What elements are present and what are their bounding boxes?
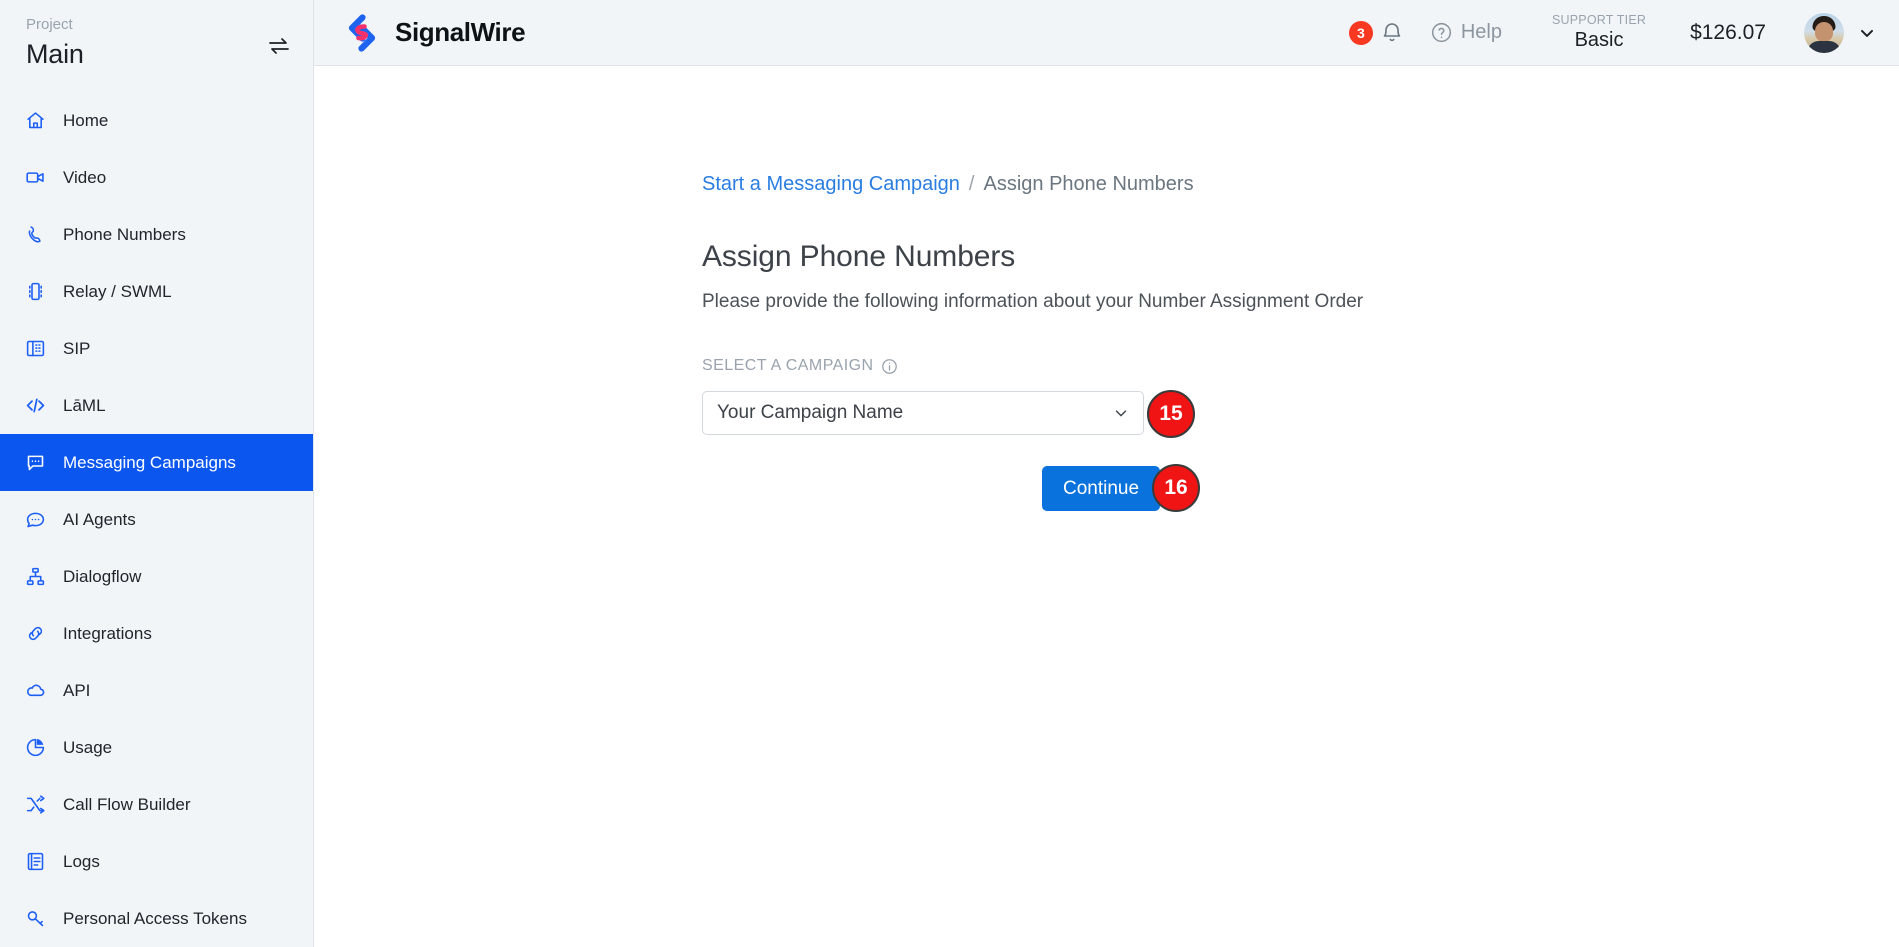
document-lines-icon [24, 851, 46, 873]
top-navbar: SignalWire 3 Help SUPPORT TIER Basic $12… [314, 0, 1899, 66]
project-name: Main [26, 39, 84, 69]
question-circle-icon [1430, 21, 1453, 44]
support-tier: SUPPORT TIER Basic [1552, 13, 1646, 52]
sidebar-item-personal-access-tokens[interactable]: Personal Access Tokens [0, 890, 313, 947]
sidebar-item-integrations[interactable]: Integrations [0, 605, 313, 662]
notification-count-badge: 3 [1348, 20, 1373, 45]
breadcrumb-separator: / [968, 173, 975, 195]
phone-icon [24, 224, 46, 246]
sidebar-item-label: Integrations [63, 624, 152, 643]
sidebar-item-label: Logs [63, 852, 100, 871]
chat-dots-icon [24, 509, 46, 531]
pie-chart-icon [24, 737, 46, 759]
sidebar-item-phone-numbers[interactable]: Phone Numbers [0, 206, 313, 263]
page-title: Assign Phone Numbers [702, 240, 1016, 273]
sidebar-item-label: Home [63, 111, 109, 130]
key-icon [24, 908, 46, 930]
select-campaign-input[interactable]: Your Campaign Name [702, 391, 1144, 435]
notifications-button[interactable]: 3 [1348, 20, 1404, 46]
sidebar-item-label: Relay / SWML [63, 282, 172, 301]
desk-phone-icon [24, 338, 46, 360]
sidebar-item-messaging-campaigns[interactable]: Messaging Campaigns [0, 434, 313, 491]
project-selector[interactable]: Project Main [0, 0, 313, 88]
chevron-down-icon[interactable] [1857, 23, 1877, 43]
sidebar-item-label: Usage [63, 738, 113, 757]
continue-button[interactable]: Continue [1042, 466, 1160, 511]
bell-icon [1380, 20, 1404, 46]
sidebar-item-label: Call Flow Builder [63, 795, 191, 814]
link-chain-icon [24, 623, 46, 645]
sidebar-item-call-flow-builder[interactable]: Call Flow Builder [0, 776, 313, 833]
sidebar-item-label: API [63, 681, 91, 700]
sidebar-item-relay-swml[interactable]: Relay / SWML [0, 263, 313, 320]
chevron-down-icon[interactable] [1112, 404, 1130, 422]
sidebar-item-label: Personal Access Tokens [63, 909, 247, 928]
breadcrumb-parent-link[interactable]: Start a Messaging Campaign [702, 171, 960, 197]
main-region: SignalWire 3 Help SUPPORT TIER Basic $12… [314, 0, 1899, 947]
sidebar-item-video[interactable]: Video [0, 149, 313, 206]
sidebar-item-label: AI Agents [63, 510, 136, 529]
sidebar-item-sip[interactable]: SIP [0, 320, 313, 377]
select-campaign-wrapper: Your Campaign Name [702, 391, 1144, 435]
account-menu[interactable] [1804, 12, 1877, 53]
sidebar: Project Main Home Video Phone Numbers Re… [0, 0, 314, 947]
account-balance[interactable]: $126.07 [1690, 21, 1766, 45]
sitemap-icon [24, 566, 46, 588]
select-campaign-label-text: SELECT A CAMPAIGN [702, 357, 874, 374]
sidebar-item-laml[interactable]: LāML [0, 377, 313, 434]
sidebar-item-label: LāML [63, 396, 106, 415]
help-button[interactable]: Help [1430, 21, 1502, 44]
sidebar-item-logs[interactable]: Logs [0, 833, 313, 890]
app-root: Project Main Home Video Phone Numbers Re… [0, 0, 1899, 947]
avatar [1804, 12, 1844, 53]
page-content: Start a Messaging Campaign / Assign Phon… [314, 66, 1899, 947]
signalwire-logo-icon [342, 13, 382, 52]
brand-name: SignalWire [395, 17, 526, 47]
annotation-marker-continue: 16 [1152, 464, 1200, 512]
help-label: Help [1460, 21, 1502, 43]
annotation-marker-select: 15 [1147, 390, 1195, 438]
home-icon [24, 110, 46, 132]
sidebar-item-dialogflow[interactable]: Dialogflow [0, 548, 313, 605]
sidebar-item-label: SIP [63, 339, 91, 358]
sidebar-item-ai-agents[interactable]: AI Agents [0, 491, 313, 548]
shuffle-icon [24, 794, 46, 816]
switch-project-icon[interactable] [267, 34, 291, 58]
cloud-icon [24, 680, 46, 702]
code-brackets-icon [24, 395, 46, 417]
support-tier-label: SUPPORT TIER [1551, 13, 1647, 27]
sidebar-item-label: Phone Numbers [63, 225, 186, 244]
select-campaign-value: Your Campaign Name [717, 402, 904, 423]
breadcrumb-current: Assign Phone Numbers [983, 173, 1194, 195]
page-subtitle: Please provide the following information… [702, 291, 1364, 312]
sidebar-item-label: Dialogflow [63, 567, 142, 586]
sidebar-item-usage[interactable]: Usage [0, 719, 313, 776]
support-tier-value: Basic [1574, 29, 1624, 51]
breadcrumb: Start a Messaging Campaign / Assign Phon… [702, 171, 1194, 197]
sidebar-item-label: Messaging Campaigns [63, 453, 236, 472]
brand-home-link[interactable]: SignalWire [342, 13, 526, 52]
select-campaign-label: SELECT A CAMPAIGN [702, 357, 898, 375]
sidebar-item-home[interactable]: Home [0, 92, 313, 149]
chip-icon [24, 281, 46, 303]
info-icon[interactable] [881, 358, 898, 375]
project-label: Project [26, 16, 73, 33]
topbar-actions: 3 Help SUPPORT TIER Basic $126.07 [1348, 12, 1877, 53]
sidebar-item-api[interactable]: API [0, 662, 313, 719]
chat-bubble-icon [24, 452, 46, 474]
sidebar-item-label: Video [63, 168, 107, 187]
video-camera-icon [24, 167, 46, 189]
sidebar-nav: Home Video Phone Numbers Relay / SWML SI… [0, 88, 313, 947]
